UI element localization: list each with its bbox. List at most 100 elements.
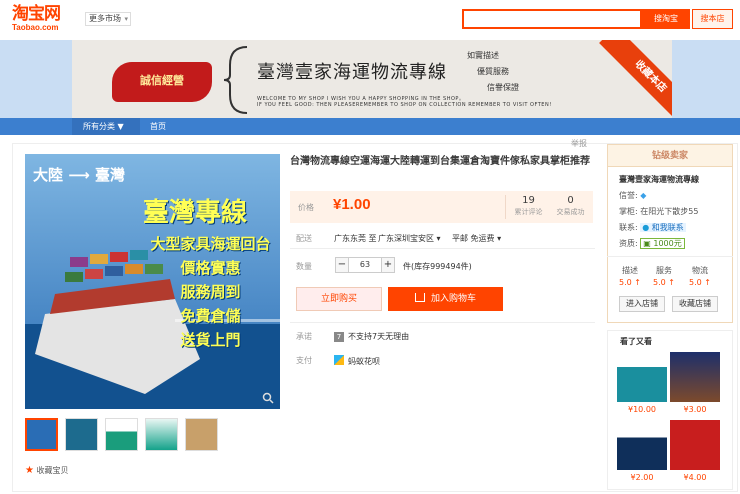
- promise-info[interactable]: 7 不支持7天无理由: [334, 331, 409, 342]
- score-service: 服务 5.0 ↑: [646, 265, 682, 289]
- sales-label: 交易成功: [556, 208, 585, 216]
- integrity-badge: 誠信經營: [112, 62, 212, 102]
- huabei-icon: [334, 355, 344, 365]
- product-title: 台灣物流專線空運海運大陸轉運到台集運倉淘寶件傢私家具掌柜推荐: [290, 156, 590, 167]
- zoom-icon[interactable]: [262, 392, 274, 404]
- image-line-4: 免費倉儲: [180, 307, 241, 325]
- sales-count: 0: [567, 195, 574, 206]
- arrow-up-icon: ↑: [668, 278, 675, 287]
- report-link[interactable]: 举报: [571, 138, 587, 149]
- quantity-decrease-button[interactable]: −: [335, 257, 349, 273]
- favorite-item-link[interactable]: ★ 收藏宝贝: [25, 465, 69, 476]
- market-dropdown[interactable]: 更多市场 ▾: [85, 12, 131, 26]
- all-categories-menu[interactable]: 所有分类 ▼: [72, 118, 140, 135]
- reviews-stat[interactable]: 19 累计评论: [506, 195, 551, 218]
- owner-name[interactable]: 在阳光下散步55: [640, 207, 698, 216]
- image-line-1: 大型家具海運回台: [150, 235, 271, 253]
- contact-label: 联系:: [619, 223, 638, 232]
- price-label: 价格: [298, 203, 314, 212]
- banner-subtitle-2: IF YOU FEEL GOOD: THEN PLEASEREMEMBER TO…: [257, 102, 552, 108]
- chat-icon: ●: [642, 223, 650, 232]
- payment-label: 支付: [296, 356, 312, 365]
- delivery-to-value: 广东深圳宝安区: [378, 234, 434, 243]
- search-taobao-button[interactable]: 搜淘宝: [642, 9, 690, 29]
- banner-title: 臺灣壹家海運物流專線: [257, 62, 447, 83]
- chevron-down-icon: ▾: [436, 234, 441, 243]
- recommended-item-2[interactable]: [670, 352, 720, 402]
- no-7day-return-icon: 7: [334, 332, 344, 342]
- favorite-item-label: 收藏宝贝: [36, 466, 69, 475]
- bracket-decoration: [223, 46, 248, 114]
- price-box: 价格 ¥1.00 19 累计评论 0 交易成功: [290, 191, 593, 223]
- search-shop-button[interactable]: 搜本店: [692, 9, 733, 29]
- quantity-increase-button[interactable]: +: [381, 257, 395, 273]
- divider: [290, 248, 595, 249]
- banner-subtitle-1: WELCOME TO MY SHOP I WISH YOU A HAPPY SH…: [257, 96, 465, 102]
- quantity-input[interactable]: 63: [349, 257, 381, 273]
- search-input[interactable]: [462, 9, 642, 29]
- taobao-logo[interactable]: 淘宝网 Taobao.com: [12, 5, 74, 35]
- recommended-item-3[interactable]: [617, 420, 667, 470]
- delivery-to-dropdown[interactable]: 广东深圳宝安区 ▾: [378, 233, 441, 244]
- add-to-cart-button[interactable]: 加入购物车: [388, 287, 503, 311]
- product-main-image[interactable]: 大陸 ⟶ 臺灣 臺灣專線 大型家具海運回台 價格實惠 服務周到 免費倉儲 送貨上…: [25, 154, 280, 409]
- enter-shop-button[interactable]: 进入店铺: [619, 296, 665, 312]
- score-desc-number: 5.0: [619, 278, 632, 287]
- contact-row: 联系: ● 和我联系: [619, 222, 686, 233]
- thumbnail-2[interactable]: [65, 418, 98, 451]
- all-categories-label: 所有分类: [83, 122, 115, 131]
- quantity-label: 数量: [296, 262, 312, 271]
- favorite-shop-ribbon[interactable]: 收藏本店: [580, 40, 672, 119]
- favorite-shop-button[interactable]: 收藏店铺: [672, 296, 718, 312]
- seller-level-header: 钻级卖家: [608, 145, 732, 167]
- payment-text: 蚂蚁花呗: [348, 357, 380, 366]
- arrow-up-icon: ↑: [634, 278, 641, 287]
- caret-down-icon: ▼: [117, 122, 124, 131]
- reviews-count: 19: [522, 195, 535, 206]
- credit-row: 信誉: ◆: [619, 190, 646, 201]
- score-desc-value: 5.0 ↑: [612, 277, 648, 289]
- image-line-5: 送貨上門: [180, 331, 241, 349]
- sales-stat: 0 交易成功: [548, 195, 593, 218]
- arrow-up-icon: ↑: [704, 278, 711, 287]
- deposit-row: 资质: ▣ 1000元: [619, 238, 685, 249]
- thumbnail-4[interactable]: [145, 418, 178, 451]
- recommended-price-4: ¥4.00: [683, 473, 707, 482]
- payment-method[interactable]: 蚂蚁花呗: [334, 355, 380, 367]
- chevron-down-icon: ▾: [497, 234, 502, 243]
- promise-text: 不支持7天无理由: [348, 332, 410, 341]
- score-logistics-number: 5.0: [689, 278, 702, 287]
- contact-seller-label: 和我联系: [651, 223, 684, 232]
- delivery-from: 广东东莞 至: [334, 234, 377, 243]
- chevron-down-icon: ▾: [124, 15, 128, 23]
- integrity-badge-text: 誠信經營: [140, 74, 184, 87]
- deposit-badge[interactable]: ▣ 1000元: [640, 238, 685, 249]
- delivery-type-dropdown[interactable]: 平邮 免运费 ▾: [452, 233, 501, 244]
- stock-text: 件(库存999494件): [403, 262, 472, 271]
- score-service-number: 5.0: [653, 278, 666, 287]
- nav-home-link[interactable]: 首页: [150, 118, 166, 135]
- add-to-cart-label: 加入购物车: [430, 294, 476, 304]
- divider: [290, 322, 595, 323]
- promise-label: 承诺: [296, 332, 312, 341]
- shop-name-link[interactable]: 臺灣壹家海運物流專線: [619, 174, 699, 185]
- deposit-amount: 1000元: [653, 239, 682, 248]
- delivery-type-value: 平邮 免运费: [452, 234, 495, 243]
- star-icon: ★: [25, 465, 34, 476]
- contact-seller-button[interactable]: ● 和我联系: [640, 223, 686, 232]
- slogan-3: 信譽保證: [487, 83, 519, 92]
- thumbnail-1[interactable]: [25, 418, 58, 451]
- thumbnail-5[interactable]: [185, 418, 218, 451]
- delivery-label: 配送: [296, 234, 312, 243]
- score-logistics-label: 物流: [692, 266, 708, 275]
- thumbnail-3[interactable]: [105, 418, 138, 451]
- shop-nav: 所有分类 ▼ 首页: [0, 118, 740, 135]
- slogan-1: 如實描述: [467, 51, 499, 60]
- price-value: ¥1.00: [333, 196, 371, 213]
- route-text: 大陸 ⟶ 臺灣: [33, 166, 125, 184]
- top-bar: 淘宝网 Taobao.com 更多市场 ▾ 搜淘宝 搜本店: [0, 0, 740, 40]
- recommended-item-1[interactable]: [617, 352, 667, 402]
- logo-domain: Taobao.com: [12, 23, 59, 32]
- recommended-item-4[interactable]: [670, 420, 720, 470]
- buy-now-button[interactable]: 立即购买: [296, 287, 382, 311]
